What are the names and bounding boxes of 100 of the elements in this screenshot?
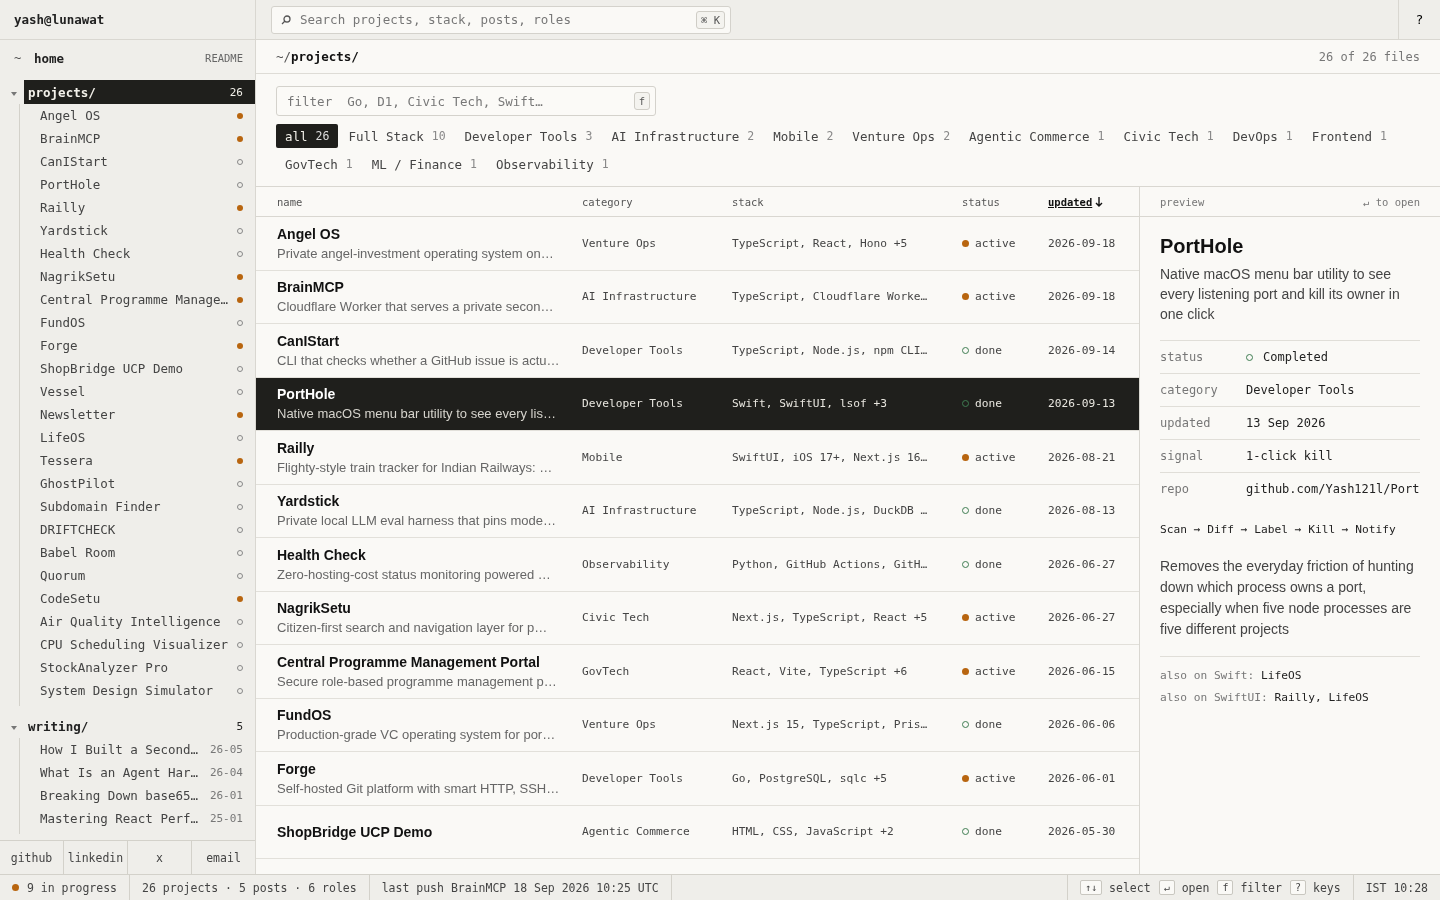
project-description: Flighty-style train tracker for Indian Railways: … [277,459,554,475]
project-row[interactable]: Central Programme Management Portal Secure role-based programme management p… GovTech React, Vite, TypeScript +6 active 2026-06-15 [256,645,1139,699]
status-dot [962,667,969,675]
sidebar-item[interactable]: How I Built a Second… [40,742,204,757]
column-header[interactable]: category [582,195,732,208]
project-name: FundOS [277,707,333,724]
category-cell-text: Venture Ops [582,236,658,250]
sidebar-item[interactable]: DRIFTCHECK [40,522,231,537]
sidebar-item[interactable]: System Design Simulator [40,683,231,698]
sidebar-item[interactable]: Babel Room [40,545,231,560]
panel-title: preview [1160,195,1205,208]
project-description: Zero-hosting-cost status monitoring powered … [277,566,552,582]
category-chip[interactable]: GovTech 1 [276,152,362,176]
sidebar-item[interactable]: Yardstick [40,223,231,238]
sidebar-item[interactable]: Health Check [40,246,231,261]
sidebar-item[interactable]: Angel OS [40,108,231,123]
sidebar-item[interactable]: Subdomain Finder [40,499,231,514]
pipeline-text: Scan → Diff → Label → Kill → Notify [1160,523,1397,536]
sidebar-item[interactable]: Air Quality Intelligence [40,614,231,629]
sidebar-item[interactable]: StockAnalyzer Pro [40,660,231,675]
column-header[interactable]: name [277,195,582,208]
project-row[interactable]: Railly Flighty-style train tracker for Indian Railways: … Mobile SwiftUI, iOS 17+, Next.js 16… active 2026-08-21 [256,431,1139,485]
project-name: PortHole [277,386,337,403]
category-chip[interactable]: DevOps 1 [1223,124,1302,148]
status-text: active [975,236,1016,250]
category-chip[interactable]: Agentic Commerce 1 [960,124,1114,148]
project-description: Private angel-investment operating system on… [277,245,555,261]
sidebar-item[interactable]: LifeOS [40,430,231,445]
project-name: Forge [277,760,317,777]
sidebar-item[interactable]: FundOS [40,315,231,330]
project-row[interactable]: Angel OS Private angel-investment operating system on… Venture Ops TypeScript, React, Hono +5 active 2026-09-18 [256,217,1139,271]
sidebar-item[interactable]: Vessel [40,384,231,399]
social-link[interactable]: email [192,841,255,874]
status-text: done [975,504,1002,518]
sidebar-item[interactable]: What Is an Agent Har… [40,765,204,780]
readme-link[interactable]: README [205,52,243,64]
sidebar-item[interactable]: PortHole [40,177,231,192]
sidebar-item[interactable]: Newsletter [40,407,231,422]
post-date: 26-05 [209,743,243,756]
sidebar-item[interactable]: Forge [40,338,231,353]
sidebar-item[interactable]: CodeSetu [40,591,231,606]
related-label: also on Swift: [1160,669,1255,682]
project-row[interactable]: FundOS Production-grade VC operating system for por… Venture Ops Next.js 15, TypeScript, Pris… done 2026-06-06 [256,698,1139,752]
status-dot [962,293,969,301]
folder-item[interactable]: projects/ 26 [24,80,255,104]
category-chip[interactable]: Mobile 2 [764,124,843,148]
date-cell-text: 2026-09-18 [1048,290,1117,304]
category-chip[interactable]: AI Infrastructure 2 [602,124,764,148]
category-chip[interactable]: Frontend 1 [1302,124,1396,148]
sidebar-item[interactable]: Quorum [40,568,231,583]
status-dot [962,239,969,247]
project-row[interactable]: PortHole Native macOS menu bar utility to see every lis… Developer Tools Swift, SwiftUI, lsof +3 done 2026-09-13 [256,377,1139,431]
sidebar-item[interactable]: NagrikSetu [40,269,231,284]
sidebar-item[interactable]: Central Programme Manage… [40,292,231,307]
field-value: 13 Sep 2026 [1246,416,1326,430]
post-date: 25-01 [209,812,243,825]
help-button[interactable]: ? [1398,0,1440,39]
related-links[interactable]: Railly, LifeOS [1274,691,1369,704]
column-header[interactable]: stack [732,195,962,208]
category-chip[interactable]: all 26 [276,124,339,148]
project-row[interactable]: Health Check Zero-hosting-cost status monitoring powered … Observability Python, GitHub Actions, GitH… done 2026-06-27 [256,538,1139,592]
category-chip[interactable]: ML / Finance 1 [362,152,486,176]
category-chip[interactable]: Full Stack 10 [339,124,455,148]
sidebar-item[interactable]: Mastering React Perf… [40,811,204,826]
post-date: 26-04 [209,766,243,779]
category-chip[interactable]: Venture Ops 2 [843,124,960,148]
category-cell-text: Observability [582,557,671,571]
status-text: active [975,450,1016,464]
field-value: 1-click kill [1246,449,1333,463]
stack-cell-text: TypeScript, Cloudflare Worke… [732,290,929,304]
sidebar-item[interactable]: CanIStart [40,154,231,169]
project-row[interactable]: Forge Self-hosted Git platform with smart HTTP, SSH… Developer Tools Go, PostgreSQL, sqlc +5 active 2026-06-01 [256,752,1139,806]
field-label: signal [1160,449,1205,463]
category-chip[interactable]: Developer Tools 3 [455,124,602,148]
column-header[interactable]: status [962,195,1048,208]
project-row[interactable]: Yardstick Private local LLM eval harness that pins mode… AI Infrastructure TypeScript, Node.js, DuckDB … done 2026-08-13 [256,484,1139,538]
preview-summary: Removes the everyday friction of hunting down which process owns a port, especially when five node processes are five different projects [1160,556,1420,657]
sidebar-item[interactable]: Railly [40,200,231,215]
sidebar-item[interactable]: ShopBridge UCP Demo [40,361,231,376]
project-row[interactable]: NagrikSetu Citizen-first search and navigation layer for p… Civic Tech Next.js, TypeScript, React +5 active 2026-06-27 [256,591,1139,645]
breadcrumb-path: ~/projects/ [276,49,359,64]
project-row[interactable]: ShopBridge UCP Demo Agentic Commerce HTML, CSS, JavaScript +2 done 2026-05-30 [256,805,1139,859]
status-text: active [975,611,1016,625]
project-row[interactable]: BrainMCP Cloudflare Worker that serves a private secon… AI Infrastructure TypeScript, Cloudflare Worke… active 2026-09-18 [256,270,1139,324]
project-name: Health Check [277,546,367,563]
caret-icon [10,89,18,98]
sidebar-item[interactable]: Breaking Down base65… [40,788,204,803]
column-header[interactable]: updated [1048,195,1139,208]
sidebar-item[interactable]: BrainMCP [40,131,231,146]
folder-item[interactable]: writing/ 5 [24,714,255,738]
sidebar-item[interactable]: CPU Scheduling Visualizer [40,637,231,652]
sidebar-item[interactable]: GhostPilot [40,476,231,491]
category-chip[interactable]: Observability 1 [486,152,618,176]
sidebar-item[interactable]: Tessera [40,453,231,468]
home-link[interactable]: home [34,50,206,66]
category-chip[interactable]: Civic Tech 1 [1114,124,1223,148]
project-row[interactable]: CanIStart CLI that checks whether a GitHub issue is actu… Developer Tools TypeScript, Node.js, npm CLI… done 2026-09-14 [256,324,1139,378]
stack-cell-text: HTML, CSS, JavaScript +2 [732,825,895,839]
related-links[interactable]: LifeOS [1261,669,1302,682]
status-text: done [975,343,1002,357]
